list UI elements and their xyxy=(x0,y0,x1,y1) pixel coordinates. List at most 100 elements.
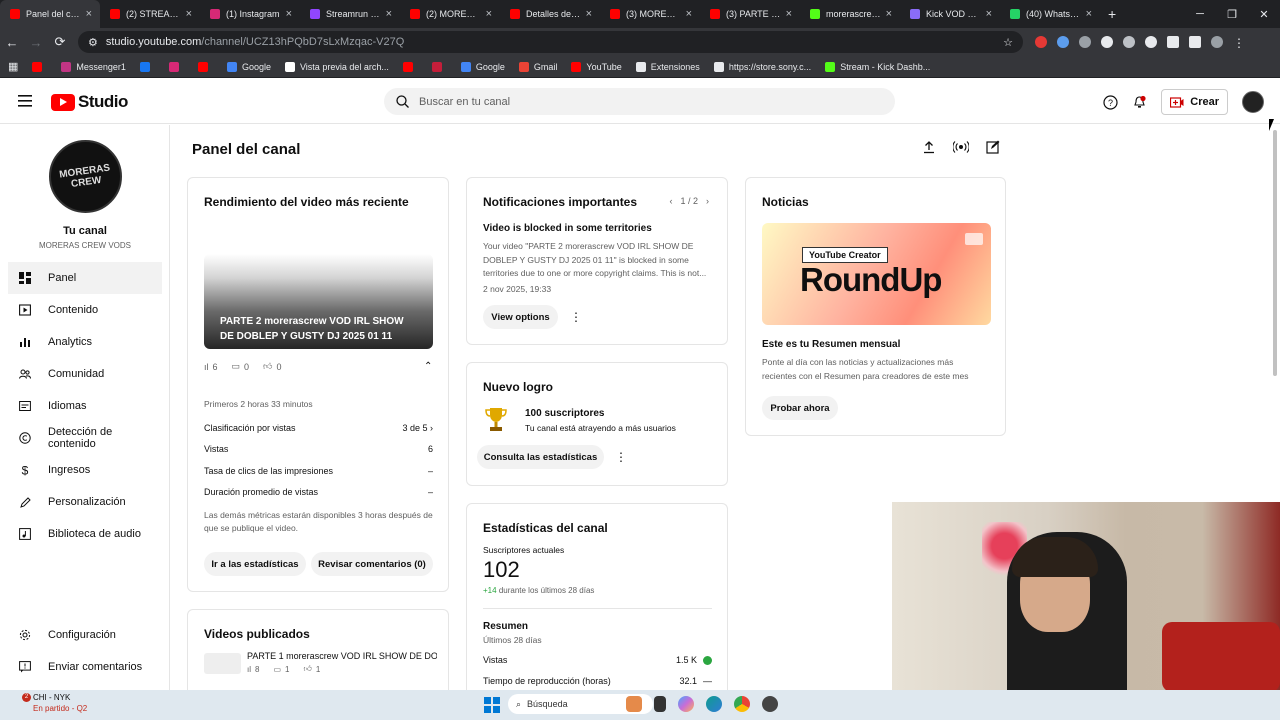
browser-tab[interactable]: (2) MORERAS × xyxy=(400,0,500,28)
sidebar-item-community[interactable]: Comunidad xyxy=(8,358,162,390)
page-scrollbar[interactable] xyxy=(1273,130,1277,376)
tab-close-icon[interactable]: × xyxy=(686,8,692,20)
windows-start-icon[interactable] xyxy=(484,697,500,713)
site-info-icon[interactable]: ⚙ xyxy=(88,36,98,49)
hamburger-menu-icon[interactable] xyxy=(18,95,32,107)
extension-icon[interactable] xyxy=(1057,36,1069,48)
notifications-bell-icon[interactable] xyxy=(1132,95,1147,110)
bookmark-item[interactable]: Google xyxy=(460,61,505,72)
create-post-icon[interactable] xyxy=(982,136,1004,158)
bookmark-item[interactable]: https://store.sony.c... xyxy=(713,61,811,72)
media-icon[interactable] xyxy=(1189,36,1201,48)
extension-icon[interactable] xyxy=(1145,36,1157,48)
bookmark-item[interactable]: Google xyxy=(226,61,271,72)
sidebar-item-gear[interactable]: Configuración xyxy=(8,619,162,651)
menu-dots-icon[interactable]: ⋮ xyxy=(1233,36,1245,50)
minimize-icon[interactable]: ─ xyxy=(1184,0,1216,28)
copilot-icon[interactable] xyxy=(678,696,694,712)
bookmark-item[interactable]: Vista previa del arch... xyxy=(284,61,389,72)
bookmark-item[interactable] xyxy=(168,61,184,72)
bookmark-item[interactable]: Stream - Kick Dashb... xyxy=(825,61,930,72)
review-comments-button[interactable]: Revisar comentarios (0) xyxy=(311,552,433,576)
upload-icon[interactable] xyxy=(918,136,940,158)
news-banner[interactable]: YouTube Creator RoundUp xyxy=(762,223,991,325)
sidebar-item-content[interactable]: Contenido xyxy=(8,294,162,326)
bookmark-item[interactable]: Extensiones xyxy=(635,61,700,72)
search-input[interactable] xyxy=(419,95,859,108)
edge-icon[interactable] xyxy=(706,696,722,712)
extension-icon[interactable] xyxy=(1035,36,1047,48)
extension-icon[interactable] xyxy=(1101,36,1113,48)
channel-avatar[interactable]: MORERAS CREW xyxy=(49,140,122,213)
browser-tab[interactable]: (3) PARTE 2 m × xyxy=(700,0,800,28)
youtube-studio-logo[interactable]: Studio xyxy=(51,92,128,112)
chevron-right-icon[interactable]: › xyxy=(706,196,709,206)
bookmark-item[interactable] xyxy=(139,61,155,72)
address-bar[interactable]: ⚙ studio.youtube.com /channel/UCZ13hPQbD… xyxy=(78,31,1023,53)
account-avatar[interactable] xyxy=(1242,91,1264,113)
bookmark-item[interactable] xyxy=(402,61,418,72)
bookmark-item[interactable] xyxy=(197,61,213,72)
go-to-stats-button[interactable]: Ir a las estadísticas xyxy=(204,552,306,576)
more-options-icon[interactable]: ⋮ xyxy=(615,450,627,464)
collapse-chevron-icon[interactable]: ⌃ xyxy=(424,361,432,372)
view-options-button[interactable]: View options xyxy=(483,305,558,329)
browser-tab[interactable]: Detalles del vid × xyxy=(500,0,600,28)
help-icon[interactable]: ? xyxy=(1103,94,1118,110)
new-tab-button[interactable]: + xyxy=(1108,6,1116,22)
video-thumbnail[interactable]: PARTE 2 morerascrew VOD IRL SHOW DE DOBL… xyxy=(204,254,433,349)
bookmark-star-icon[interactable]: ☆ xyxy=(1003,36,1013,49)
tab-close-icon[interactable]: × xyxy=(286,8,292,20)
forward-icon[interactable]: → xyxy=(24,35,48,50)
file-explorer-icon[interactable] xyxy=(654,696,666,712)
sidebar-item-analytics[interactable]: Analytics xyxy=(8,326,162,358)
bookmark-item[interactable]: Gmail xyxy=(518,61,557,72)
bookmark-item[interactable]: Messenger1 xyxy=(61,61,126,72)
bookmark-item[interactable] xyxy=(431,61,447,72)
tab-close-icon[interactable]: × xyxy=(186,8,192,20)
profile-icon[interactable] xyxy=(1211,36,1223,48)
back-icon[interactable]: ← xyxy=(0,35,24,50)
browser-tab[interactable]: (2) STREAM VOD × xyxy=(100,0,200,28)
bookmark-item[interactable]: YouTube xyxy=(571,61,622,72)
chrome-icon[interactable] xyxy=(734,696,750,712)
browser-tab[interactable]: morerascrew C × xyxy=(800,0,900,28)
sidebar-item-dashboard[interactable]: Panel xyxy=(8,262,162,294)
tab-close-icon[interactable]: × xyxy=(86,8,92,20)
browser-tab[interactable]: Kick VOD Dow × xyxy=(900,0,1000,28)
browser-tab[interactable]: Streamrun Go × xyxy=(300,0,400,28)
apps-grid-icon[interactable]: ▦ xyxy=(8,60,18,73)
sidebar-item-copyright[interactable]: Detección de contenido xyxy=(8,422,162,454)
browser-tab[interactable]: (1) Instagram × xyxy=(200,0,300,28)
go-live-icon[interactable] xyxy=(950,136,972,158)
tab-close-icon[interactable]: × xyxy=(986,8,992,20)
channel-search[interactable] xyxy=(384,88,895,115)
sidebar-item-feedback[interactable]: Enviar comentarios xyxy=(8,651,162,683)
browser-tab[interactable]: (3) MORERAS × xyxy=(600,0,700,28)
taskbar-widget-icon[interactable] xyxy=(626,696,642,712)
close-window-icon[interactable]: ✕ xyxy=(1248,0,1280,28)
tab-close-icon[interactable]: × xyxy=(1086,8,1092,20)
tab-close-icon[interactable]: × xyxy=(586,8,592,20)
published-thumbnail[interactable] xyxy=(204,653,241,674)
browser-tab[interactable]: (40) WhatsApp × xyxy=(1000,0,1100,28)
extension-icon[interactable] xyxy=(1079,36,1091,48)
tab-close-icon[interactable]: × xyxy=(786,8,792,20)
extension-icon[interactable] xyxy=(1123,36,1135,48)
create-button[interactable]: Crear xyxy=(1161,89,1228,115)
app-icon[interactable] xyxy=(762,696,778,712)
bookmark-item[interactable] xyxy=(32,61,47,72)
sidebar-item-audio-library[interactable]: Biblioteca de audio xyxy=(8,518,162,550)
tab-close-icon[interactable]: × xyxy=(486,8,492,20)
reload-icon[interactable]: ⟳ xyxy=(48,34,72,50)
restore-icon[interactable]: ❐ xyxy=(1216,0,1248,28)
published-video-title[interactable]: PARTE 1 morerascrew VOD IRL SHOW DE DOB.… xyxy=(247,651,437,661)
metric-row[interactable]: Clasificación por vistas 3 de 5 › xyxy=(204,423,433,433)
tab-close-icon[interactable]: × xyxy=(386,8,392,20)
sidebar-item-customization[interactable]: Personalización xyxy=(8,486,162,518)
sidebar-item-dollar[interactable]: $ Ingresos xyxy=(8,454,162,486)
tab-close-icon[interactable]: × xyxy=(886,8,892,20)
try-now-button[interactable]: Probar ahora xyxy=(762,396,838,420)
browser-tab[interactable]: Panel del canal × xyxy=(0,0,100,28)
chevron-left-icon[interactable]: ‹ xyxy=(669,196,672,206)
